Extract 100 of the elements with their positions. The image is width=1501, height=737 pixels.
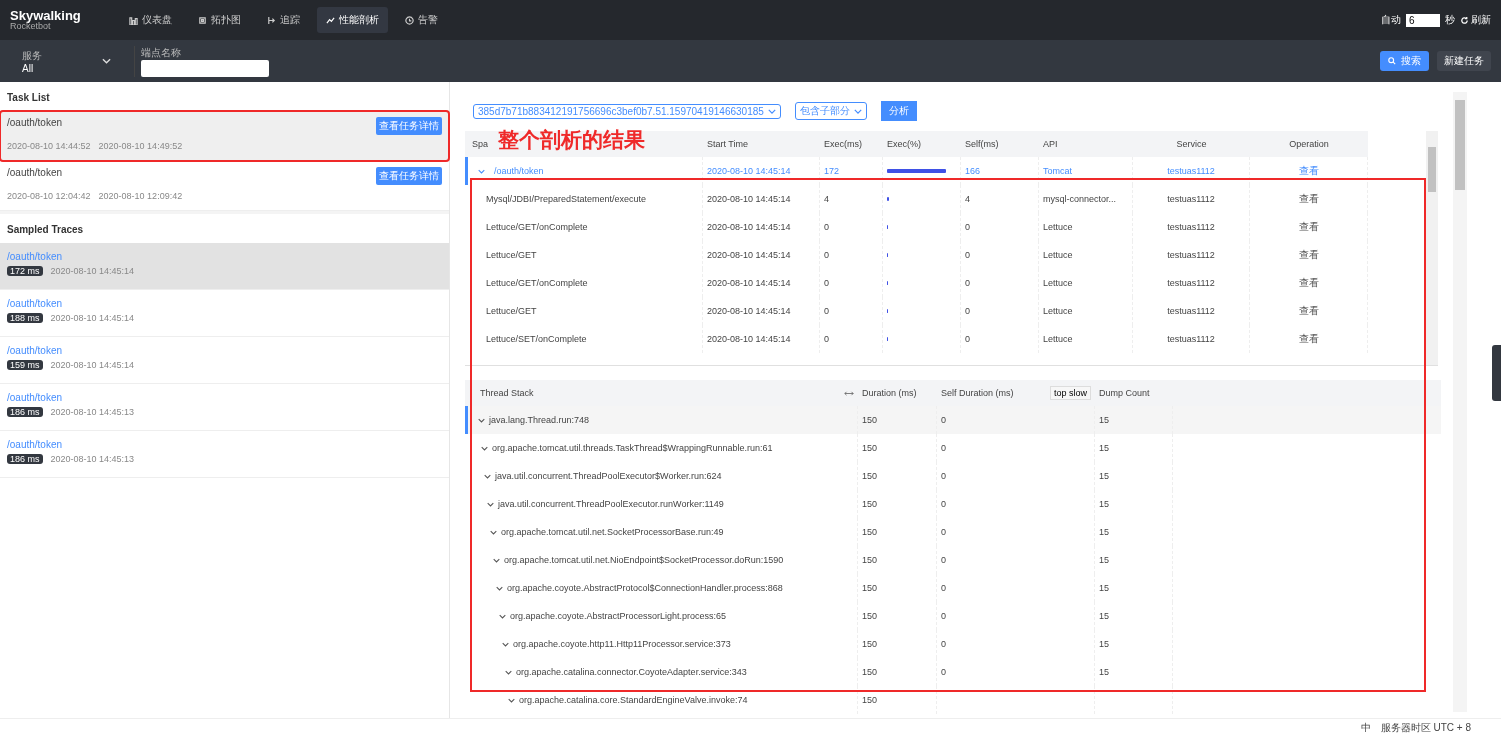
stack-frame: org.apache.catalina.connector.CoyoteAdapter.service:343: [516, 667, 747, 677]
view-link[interactable]: 查看: [1298, 332, 1319, 346]
task-item[interactable]: /oauth/token 查看任务详情 2020-08-10 14:44:52 2020-08-10 14:49:52: [0, 111, 449, 161]
stack-row[interactable]: java.lang.Thread.run:748 150 0 15: [465, 406, 1441, 434]
stack-row[interactable]: org.apache.catalina.core.StandardEngineValve.invoke:74 150: [465, 686, 1441, 714]
stack-row[interactable]: org.apache.coyote.AbstractProtocol$ConnectionHandler.process:868 150 0 15: [465, 574, 1441, 602]
table-cell: 15: [1095, 630, 1173, 658]
nav-tab[interactable]: 仪表盘: [120, 7, 181, 33]
stack-row[interactable]: org.apache.tomcat.util.threads.TaskThread$WrappingRunnable.run:61 150 0 15: [465, 434, 1441, 462]
trace-item[interactable]: /oauth/token 186 ms 2020-08-10 14:45:13: [0, 431, 449, 478]
trace-item[interactable]: /oauth/token 159 ms 2020-08-10 14:45:14: [0, 337, 449, 384]
stack-row[interactable]: org.apache.tomcat.util.net.SocketProcessorBase.run:49 150 0 15: [465, 518, 1441, 546]
table-cell: 150: [858, 490, 937, 518]
task-item[interactable]: /oauth/token 查看任务详情 2020-08-10 12:04:42 2020-08-10 12:09:42: [0, 161, 449, 211]
table-cell: 15: [1095, 546, 1173, 574]
span-row[interactable]: Lettuce/GET 2020-08-10 14:45:14 0 0 Lettuce testuas1112 查看: [465, 297, 1368, 325]
trace-time: 2020-08-10 14:45:13: [50, 407, 135, 417]
table-cell: Lettuce: [1039, 213, 1133, 241]
table-cell: 2020-08-10 14:45:14: [703, 241, 820, 269]
endpoint-field[interactable]: [141, 59, 269, 77]
stack-row[interactable]: org.apache.coyote.http11.Http11Processor.service:373 150 0 15: [465, 630, 1441, 658]
table-cell: testuas1112: [1133, 325, 1250, 353]
table-cell: 4: [961, 185, 1039, 213]
span-row[interactable]: Mysql/JDBI/PreparedStatement/execute 2020-08-10 14:45:14 4 4 mysql-connector... testuas1112 查看: [465, 185, 1368, 213]
stack-row[interactable]: org.apache.coyote.AbstractProcessorLight.process:65 150 0 15: [465, 602, 1441, 630]
stack-row[interactable]: org.apache.catalina.connector.CoyoteAdapter.service:343 150 0 15: [465, 658, 1441, 686]
view-link[interactable]: 查看: [1298, 192, 1319, 206]
nav-tab[interactable]: 告警: [396, 7, 447, 33]
table-cell: 150: [858, 574, 937, 602]
table-cell: 166: [961, 157, 1039, 185]
auto-label: 自动: [1381, 13, 1401, 27]
table-cell: 150: [858, 434, 937, 462]
trace-item[interactable]: /oauth/token 172 ms 2020-08-10 14:45:14: [0, 243, 449, 290]
view-link[interactable]: 查看: [1298, 220, 1319, 234]
scrollbar[interactable]: [1453, 92, 1467, 712]
table-cell: 0: [820, 241, 883, 269]
trace-item[interactable]: /oauth/token 188 ms 2020-08-10 14:45:14: [0, 290, 449, 337]
table-cell: 0: [820, 297, 883, 325]
span-row[interactable]: Lettuce/GET/onComplete 2020-08-10 14:45:14 0 0 Lettuce testuas1112 查看: [465, 213, 1368, 241]
table-cell: 150: [858, 546, 937, 574]
new-task-button[interactable]: 新建任务: [1437, 51, 1491, 71]
span-row[interactable]: Lettuce/SET/onComplete 2020-08-10 14:45:14 0 0 Lettuce testuas1112 查看: [465, 325, 1368, 353]
table-cell: 15: [1095, 434, 1173, 462]
table-cell: 2020-08-10 14:45:14: [703, 297, 820, 325]
table-cell: 150: [858, 518, 937, 546]
stack-frame: java.util.concurrent.ThreadPoolExecutor$Worker.run:624: [495, 471, 722, 481]
nav-tab[interactable]: 拓扑图: [189, 7, 250, 33]
trace-time: 2020-08-10 14:45:13: [50, 454, 135, 464]
table-cell: testuas1112: [1133, 213, 1250, 241]
stack-row[interactable]: org.apache.tomcat.util.net.NioEndpoint$SocketProcessor.doRun:1590 150 0 15: [465, 546, 1441, 574]
table-cell: 15: [1095, 658, 1173, 686]
interval-field[interactable]: 6: [1406, 13, 1440, 27]
stack-row[interactable]: java.util.concurrent.ThreadPoolExecutor$Worker.run:624 150 0 15: [465, 462, 1441, 490]
table-cell: Lettuce: [1039, 297, 1133, 325]
nav-tab[interactable]: 追踪: [258, 7, 309, 33]
column-header: Service: [1176, 139, 1207, 149]
language-toggle[interactable]: 中: [1360, 721, 1371, 735]
task-endpoint: /oauth/token: [7, 167, 63, 178]
endpoint-label: 端点名称: [141, 45, 182, 60]
side-handle[interactable]: [1492, 345, 1501, 401]
span-name: Lettuce/GET: [486, 250, 537, 260]
clock-icon: [405, 15, 414, 25]
unit-label: 秒: [1445, 13, 1455, 27]
stack-frame: java.util.concurrent.ThreadPoolExecutor.runWorker:1149: [498, 499, 724, 509]
nav-tab[interactable]: 性能剖析: [317, 7, 388, 33]
span-name: Lettuce/SET/onComplete: [486, 334, 587, 344]
table-cell: 15: [1095, 518, 1173, 546]
column-header: Start Time: [707, 139, 748, 149]
search-icon: [1388, 57, 1396, 65]
view-link[interactable]: 查看: [1298, 248, 1319, 262]
column-header: Exec(%): [887, 139, 921, 149]
table-cell: 15: [1095, 490, 1173, 518]
stack-row[interactable]: java.util.concurrent.ThreadPoolExecutor.runWorker:1149 150 0 15: [465, 490, 1441, 518]
trace-item[interactable]: /oauth/token 186 ms 2020-08-10 14:45:13: [0, 384, 449, 431]
span-row[interactable]: Lettuce/GET/onComplete 2020-08-10 14:45:14 0 0 Lettuce testuas1112 查看: [465, 269, 1368, 297]
task-start-time: 2020-08-10 12:04:42: [7, 191, 91, 201]
view-link[interactable]: 查看: [1298, 304, 1319, 318]
table-cell: testuas1112: [1133, 297, 1250, 325]
table-cell: 150: [858, 462, 937, 490]
span-row[interactable]: Lettuce/GET 2020-08-10 14:45:14 0 0 Lettuce testuas1112 查看: [465, 241, 1368, 269]
view-link[interactable]: 查看: [1298, 276, 1319, 290]
table-cell: 2020-08-10 14:45:14: [703, 185, 820, 213]
column-header: Dump Count: [1098, 387, 1151, 400]
caret-icon: [102, 58, 111, 64]
refresh-button[interactable]: 刷新: [1460, 13, 1491, 27]
span-name: /oauth/token: [494, 166, 544, 176]
table-cell: 0: [961, 325, 1039, 353]
trace-time: 2020-08-10 14:45:14: [50, 266, 135, 276]
scrollbar[interactable]: [1426, 131, 1438, 365]
table-cell: 0: [937, 490, 1095, 518]
table-cell: 4: [820, 185, 883, 213]
duration-badge: 186 ms: [7, 407, 43, 417]
top-slow-button[interactable]: top slow: [1049, 386, 1091, 400]
table-cell: 2020-08-10 14:45:14: [703, 213, 820, 241]
column-header: Self Duration (ms): [941, 388, 1014, 398]
column-header: Spa: [472, 139, 488, 149]
section-title: Task List: [6, 91, 51, 105]
service-select[interactable]: 服务 All: [22, 48, 112, 74]
duration-badge: 186 ms: [7, 454, 43, 464]
stack-frame: org.apache.coyote.AbstractProtocol$ConnectionHandler.process:868: [507, 583, 783, 593]
